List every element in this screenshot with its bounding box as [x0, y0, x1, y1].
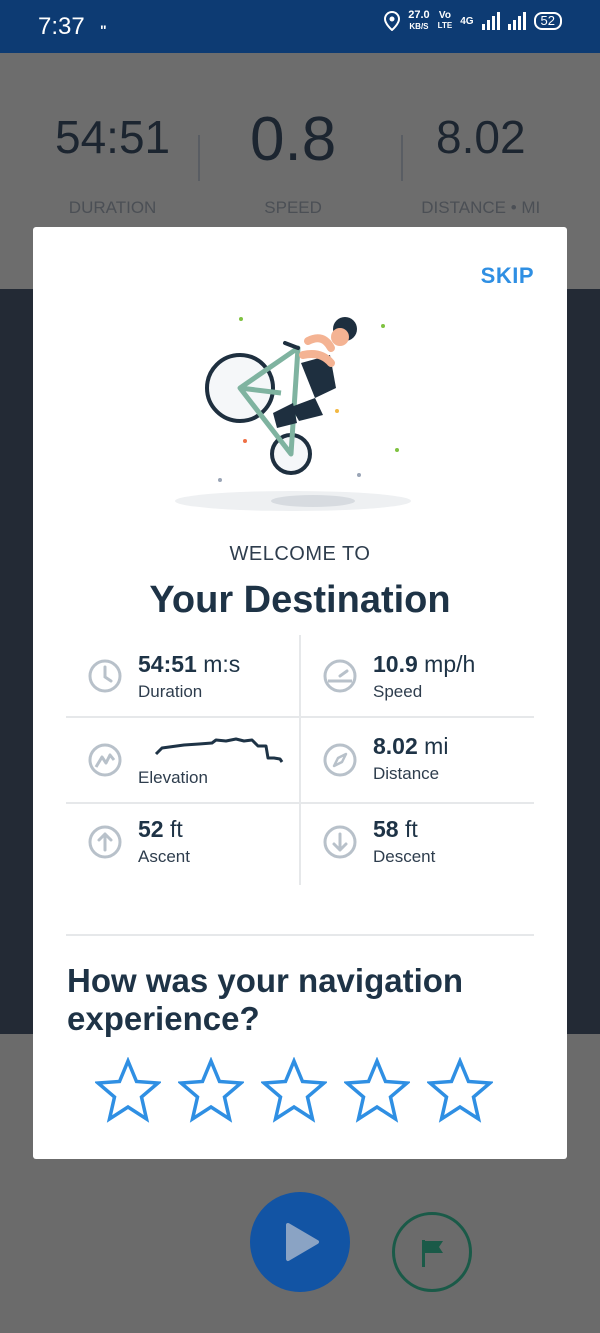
network-type: 4G — [460, 15, 474, 27]
speedometer-icon — [323, 659, 357, 693]
star-rating — [95, 1057, 493, 1123]
bg-stat-duration: 54:51 DURATION — [55, 110, 171, 217]
stat-ascent: 52 ft Ascent — [66, 804, 299, 885]
star-3-icon[interactable] — [261, 1057, 327, 1123]
distance-label: Distance — [373, 764, 440, 783]
location-icon — [384, 11, 401, 31]
play-icon — [286, 1223, 319, 1261]
volte-line1: Vo — [438, 10, 451, 21]
destination-title: Your Destination — [149, 579, 451, 621]
distance-value: 8.02 — [373, 733, 418, 759]
summary-dialog: SKIP WELCOME TO Your Destination 54:51 m… — [33, 227, 567, 1159]
rating-question: How was your navigation experience? — [67, 962, 464, 1037]
duration-unit: m:s — [203, 651, 241, 677]
bg-stat-distance: 8.02 DISTANCE • MI — [421, 110, 540, 217]
volte-indicator: Vo LTE — [438, 11, 453, 31]
ascent-value: 52 — [138, 816, 164, 842]
status-icons: 27.0 KB/S Vo LTE 4G 52 — [384, 10, 562, 32]
arrow-up-icon — [88, 825, 122, 859]
speed-label: Speed — [373, 682, 423, 701]
distance-value-line: 8.02 mi — [373, 733, 448, 760]
finish-flag-button[interactable] — [392, 1212, 472, 1292]
ascent-value-line: 52 ft — [138, 816, 183, 843]
signal-icon-2 — [507, 12, 526, 30]
flag-icon — [422, 1240, 443, 1267]
descent-value: 58 — [373, 816, 399, 842]
star-5-icon[interactable] — [427, 1057, 493, 1123]
duration-value: 54:51 — [138, 651, 197, 677]
stat-speed: 10.9 mp/h Speed — [301, 635, 534, 715]
net-speed: 27.0 KB/S — [408, 10, 429, 32]
clock: 7:37 — [38, 13, 85, 40]
status-bar: 7:37 " 27.0 KB/S Vo LTE 4G 52 — [0, 0, 600, 53]
bg-stat-speed: 0.8 SPEED — [250, 104, 337, 217]
net-speed-unit: KB/S — [409, 22, 429, 31]
bg-divider — [401, 135, 403, 181]
star-4-icon[interactable] — [344, 1057, 410, 1123]
elevation-label: Elevation — [138, 768, 208, 787]
ride-stats-grid: 54:51 m:s Duration 10.9 mp/h Speed Eleva… — [66, 635, 534, 885]
battery-indicator: 52 — [533, 12, 562, 30]
descent-value-line: 58 ft — [373, 816, 418, 843]
stat-duration: 54:51 m:s Duration — [66, 635, 299, 715]
elevation-sparkline — [154, 737, 284, 763]
duration-value-line: 54:51 m:s — [138, 651, 240, 678]
compass-icon — [323, 743, 357, 777]
notification-indicator: " — [100, 22, 107, 38]
ascent-unit: ft — [169, 816, 183, 842]
bg-distance-label: DISTANCE • MI — [421, 198, 541, 217]
bg-duration-label: DURATION — [68, 198, 157, 217]
volte-line2: LTE — [437, 21, 453, 30]
descent-unit: ft — [404, 816, 418, 842]
elevation-icon — [88, 743, 122, 777]
stat-descent: 58 ft Descent — [301, 804, 534, 885]
bg-duration-value: 54:51 — [55, 111, 171, 163]
stat-elevation: Elevation — [66, 718, 299, 802]
signal-icon — [481, 12, 500, 30]
descent-label: Descent — [373, 847, 436, 866]
duration-label: Duration — [138, 682, 203, 701]
play-button[interactable] — [250, 1192, 350, 1292]
bg-distance-value: 8.02 — [436, 111, 526, 163]
clock-icon — [88, 659, 122, 693]
section-divider — [66, 934, 534, 936]
ascent-label: Ascent — [138, 847, 190, 866]
distance-unit: mi — [424, 733, 449, 759]
star-2-icon[interactable] — [178, 1057, 244, 1123]
cyclist-illustration — [175, 317, 411, 511]
arrow-down-icon — [323, 825, 357, 859]
bg-speed-value: 0.8 — [250, 105, 337, 174]
net-speed-value: 27.0 — [408, 9, 430, 21]
welcome-label: WELCOME TO — [229, 543, 371, 565]
stat-distance: 8.02 mi Distance — [301, 718, 534, 802]
skip-button[interactable]: SKIP — [481, 263, 534, 289]
speed-value-line: 10.9 mp/h — [373, 651, 475, 678]
speed-value: 10.9 — [373, 651, 418, 677]
bg-divider — [198, 135, 200, 181]
speed-unit: mp/h — [424, 651, 476, 677]
star-1-icon[interactable] — [95, 1057, 161, 1123]
bg-speed-label: SPEED — [264, 198, 322, 217]
